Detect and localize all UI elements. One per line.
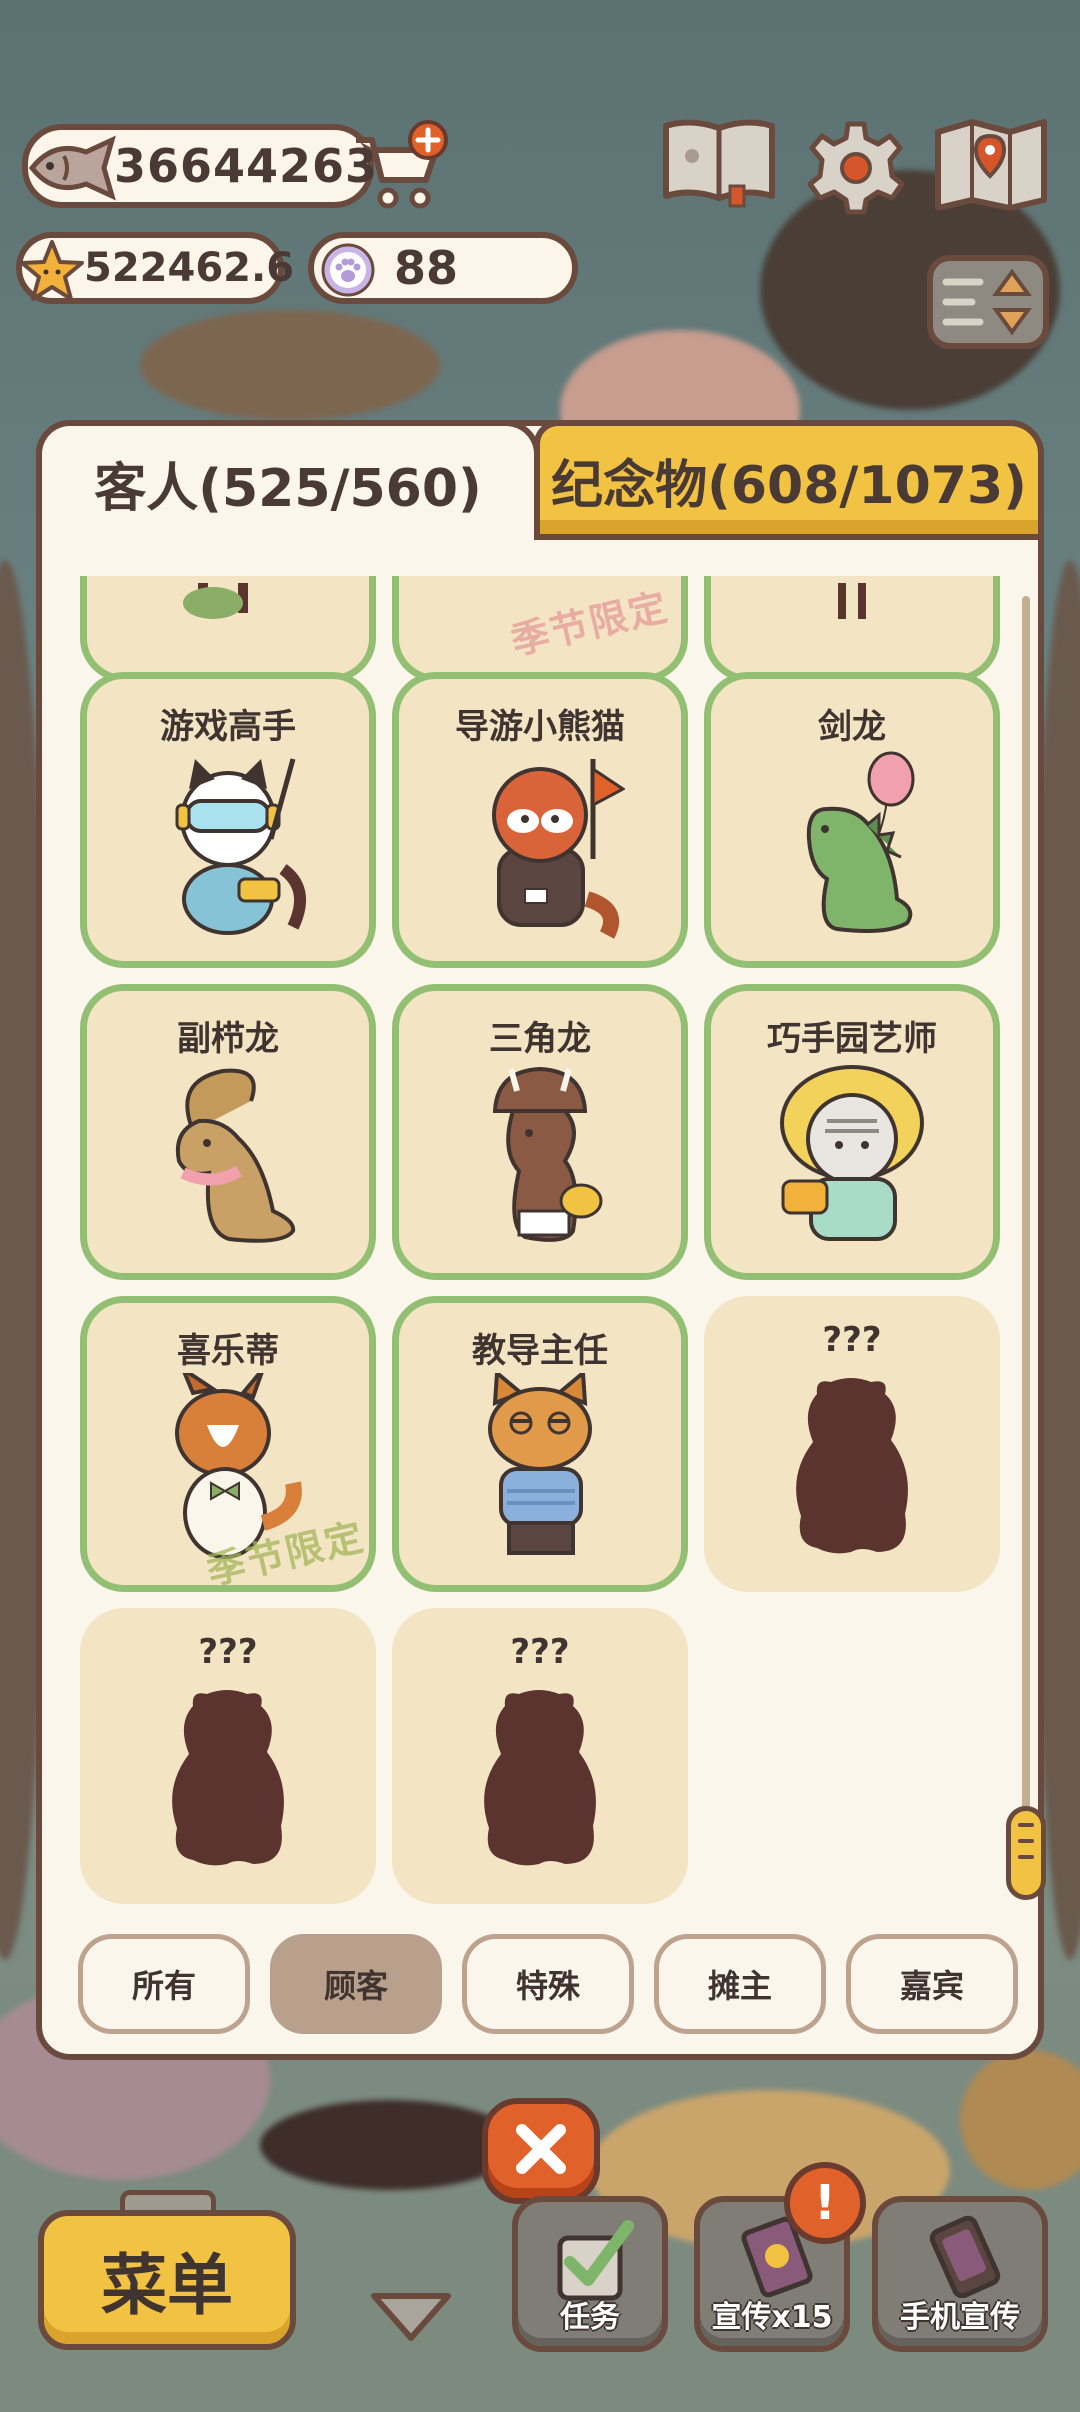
menu-button[interactable]: 菜单	[38, 2210, 296, 2350]
paw-coin-icon	[321, 243, 375, 297]
guest-name: 教导主任	[472, 1331, 608, 1371]
close-button[interactable]	[482, 2098, 600, 2204]
fish-count: 36644263	[114, 139, 379, 193]
guest-grid: 季节限定 游戏高手 导游小熊猫 剑龙 副栉龙 三角龙 巧手园艺师 喜乐蒂 季节限…	[70, 576, 1010, 1910]
map-icon[interactable]	[932, 116, 1050, 212]
gear-icon[interactable]	[806, 118, 906, 218]
head-teacher-fox-portrait	[488, 1373, 592, 1555]
locked-silhouette	[484, 1690, 596, 1866]
tab-guests[interactable]: 客人(525/560)	[36, 420, 540, 540]
filter-customer-button[interactable]: 顾客	[270, 1934, 442, 2034]
seasonal-stamp: 季节限定	[506, 584, 673, 664]
guest-name: 喜乐蒂	[177, 1331, 279, 1371]
guest-name: 游戏高手	[160, 707, 296, 747]
gardener-cat-portrait	[780, 1065, 924, 1241]
locked-silhouette	[796, 1378, 908, 1554]
fish-icon	[28, 135, 116, 201]
chevron-down-icon[interactable]	[368, 2288, 454, 2344]
guest-card[interactable]: 导游小熊猫	[392, 672, 688, 968]
guest-card-partial[interactable]	[80, 576, 376, 682]
checklist-icon	[557, 2220, 634, 2301]
guest-name: ???	[510, 1632, 570, 1672]
guest-card[interactable]: 教导主任	[392, 1296, 688, 1592]
star-currency-display: 522462.6	[16, 232, 294, 304]
guest-card[interactable]: 巧手园艺师	[704, 984, 1000, 1280]
alert-badge: !	[784, 2162, 866, 2244]
star-icon	[20, 240, 84, 301]
paw-coin-count: 88	[394, 241, 459, 295]
phone-icon	[929, 2215, 1001, 2298]
tab-souvenirs[interactable]: 纪念物(608/1073)	[534, 420, 1044, 540]
guest-name: 剑龙	[818, 707, 886, 747]
guest-name: 巧手园艺师	[767, 1019, 937, 1059]
red-panda-guide-portrait	[492, 759, 625, 939]
guest-card[interactable]: 喜乐蒂 季节限定	[80, 1296, 376, 1593]
paw-coin-display: 88	[308, 232, 578, 304]
close-icon	[516, 2124, 566, 2174]
triceratops-portrait	[492, 1066, 603, 1242]
phone-promote-label: 手机宣传	[900, 2300, 1020, 2335]
guest-name: ???	[198, 1632, 258, 1672]
guest-name: 导游小熊猫	[455, 707, 625, 747]
guest-card[interactable]: 游戏高手	[80, 672, 376, 968]
locked-guest-card[interactable]: ???	[704, 1296, 1000, 1592]
shop-cart-icon[interactable]	[350, 118, 454, 214]
guest-card-partial[interactable]	[704, 576, 1000, 682]
guest-card-partial[interactable]: 季节限定	[392, 576, 688, 682]
scrollbar-track[interactable]	[1022, 596, 1030, 1896]
guest-name: ???	[822, 1320, 882, 1360]
book-icon[interactable]	[660, 116, 778, 208]
filter-vendor-button[interactable]: 摊主	[654, 1934, 826, 2034]
locked-silhouette	[172, 1690, 284, 1866]
locked-guest-card[interactable]: ???	[392, 1608, 688, 1904]
locked-guest-card[interactable]: ???	[80, 1608, 376, 1904]
sort-toggle-icon[interactable]	[926, 254, 1050, 350]
star-count: 522462.6	[84, 245, 295, 291]
guest-card[interactable]: 三角龙	[392, 984, 688, 1280]
guest-name: 副栉龙	[177, 1019, 279, 1059]
guest-name: 三角龙	[489, 1019, 591, 1059]
task-label: 任务	[560, 2300, 620, 2335]
filter-guest-star-button[interactable]: 嘉宾	[846, 1934, 1018, 2034]
gamer-cat-portrait	[175, 758, 306, 935]
filter-all-button[interactable]: 所有	[78, 1934, 250, 2034]
scrollbar-thumb[interactable]	[1006, 1806, 1046, 1900]
guest-card[interactable]: 副栉龙	[80, 984, 376, 1280]
stegosaurus-portrait	[806, 751, 915, 933]
task-button[interactable]: 任务	[512, 2196, 668, 2352]
phone-promote-button[interactable]: 手机宣传	[872, 2196, 1048, 2352]
promote-label: 宣传x15	[711, 2300, 833, 2335]
fish-currency-display: 36644263	[22, 124, 377, 208]
guest-card[interactable]: 剑龙	[704, 672, 1000, 968]
parasaurolophus-portrait	[176, 1068, 296, 1243]
filter-special-button[interactable]: 特殊	[462, 1934, 634, 2034]
